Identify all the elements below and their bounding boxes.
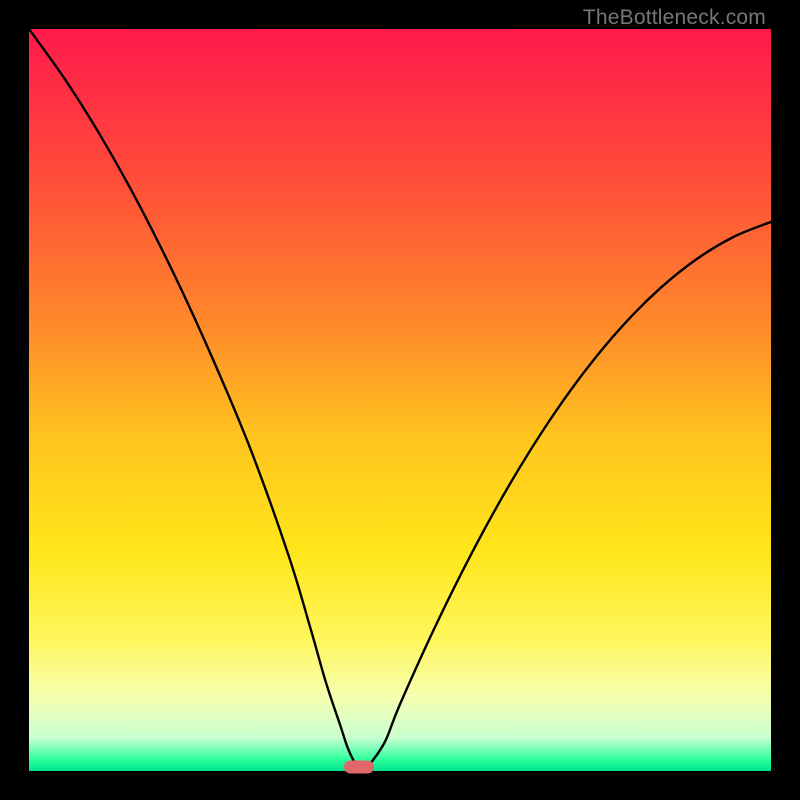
bottleneck-curve (29, 29, 771, 771)
curve-layer (29, 29, 771, 771)
optimum-marker (344, 761, 374, 774)
chart-frame: TheBottleneck.com (0, 0, 800, 800)
watermark-text: TheBottleneck.com (583, 6, 766, 30)
plot-area (29, 29, 771, 771)
